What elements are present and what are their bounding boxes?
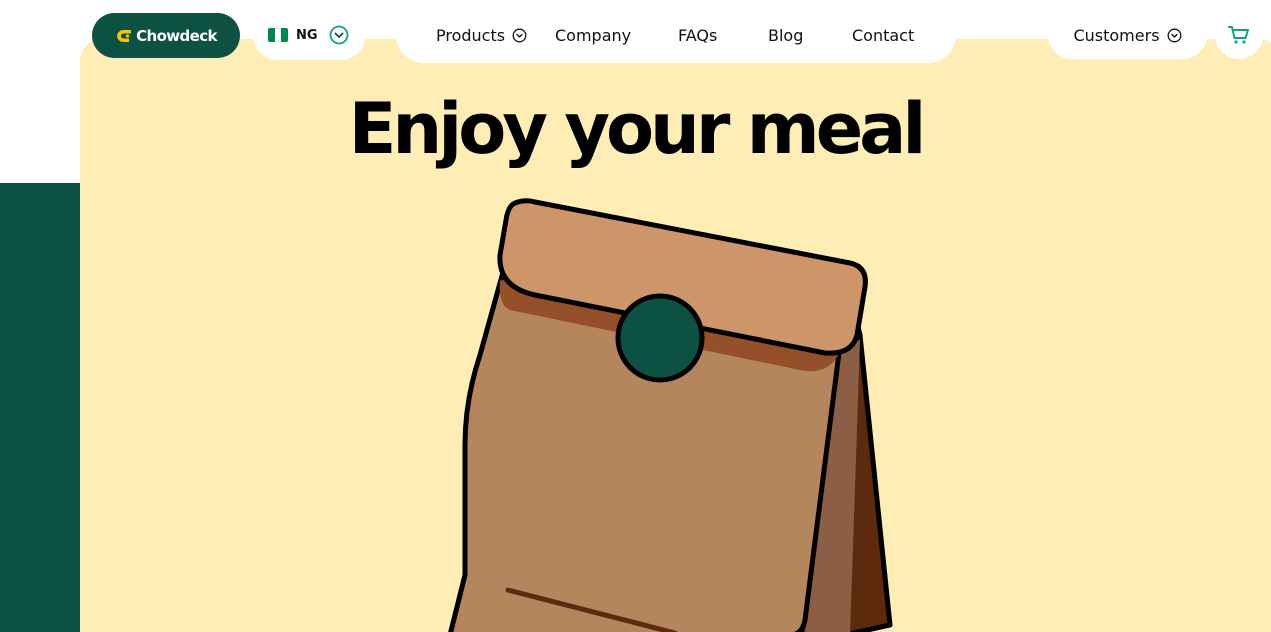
logo-text: Chowdeck (136, 26, 217, 45)
chevron-down-circle-icon (1167, 28, 1182, 43)
country-selector[interactable]: NG (253, 10, 366, 60)
nav-item-blog[interactable]: Blog (768, 7, 803, 63)
nav-item-label: FAQs (678, 25, 718, 45)
main-nav: Products Company FAQs Blog Contact (396, 7, 956, 63)
cart-button[interactable] (1215, 11, 1263, 59)
customers-label: Customers (1073, 25, 1160, 45)
nav-item-label: Contact (852, 25, 915, 45)
chevron-down-circle-icon (329, 25, 349, 45)
country-code: NG (296, 27, 318, 43)
nav-item-label: Blog (768, 25, 804, 45)
customers-dropdown[interactable]: Customers (1048, 11, 1207, 59)
page: Enjoy your meal Chowdeck NG Products Com… (0, 0, 1271, 632)
nigeria-flag-icon (268, 28, 288, 42)
chevron-down-circle-icon (512, 28, 527, 43)
hero-title: Enjoy your meal (348, 88, 927, 170)
chowdeck-logo-icon (115, 28, 133, 44)
nav-item-company[interactable]: Company (555, 7, 631, 63)
nav-item-label: Company (555, 25, 632, 45)
nav-item-faqs[interactable]: FAQs (678, 7, 717, 63)
nav-item-label: Products (436, 25, 506, 45)
nav-item-products[interactable]: Products (436, 7, 527, 63)
logo-button[interactable]: Chowdeck (92, 13, 240, 58)
paper-bag-illustration (448, 198, 893, 632)
side-decoration-strip (0, 183, 80, 632)
nav-item-contact[interactable]: Contact (852, 7, 914, 63)
cart-icon (1228, 25, 1250, 45)
